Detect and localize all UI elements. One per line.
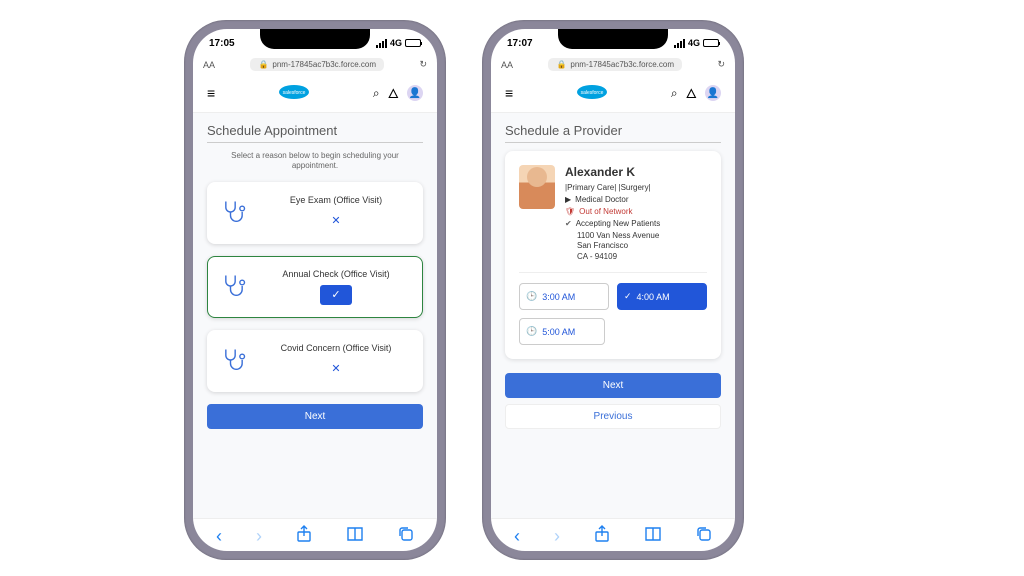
refresh-icon[interactable]: ↻ xyxy=(717,59,725,70)
phone-right: 17:07 4G AA 🔒 pnm-17845ac7b3c.force.com … xyxy=(482,20,744,560)
stethoscope-icon xyxy=(220,198,250,228)
previous-button[interactable]: Previous xyxy=(505,404,721,429)
accepting-status: ✔ Accepting New Patients xyxy=(565,219,707,228)
time-slot-4am[interactable]: ✓ 4:00 AM xyxy=(617,283,707,310)
tabs-icon[interactable] xyxy=(398,526,414,547)
forward-icon[interactable]: › xyxy=(256,526,262,547)
network-label: 4G xyxy=(390,38,402,48)
url-display[interactable]: 🔒 pnm-17845ac7b3c.force.com xyxy=(250,58,384,71)
checkmark-circle-icon: ✔ xyxy=(565,219,572,228)
battery-icon xyxy=(405,39,421,47)
notch xyxy=(558,29,668,49)
triangle-icon: ▶ xyxy=(565,195,571,204)
salesforce-logo: salesforce xyxy=(277,84,311,102)
content-area: Schedule a Provider Alexander K |Primary… xyxy=(491,113,735,518)
close-icon[interactable]: ✕ xyxy=(320,211,352,231)
time-slot-3am[interactable]: 🕒 3:00 AM xyxy=(519,283,609,310)
card-divider xyxy=(519,272,707,273)
bell-icon[interactable]: 🜂 xyxy=(388,80,399,106)
time-slot-grid: 🕒 3:00 AM ✓ 4:00 AM 🕒 5:00 AM xyxy=(519,283,707,345)
page-title: Schedule a Provider xyxy=(505,123,721,138)
status-time: 17:05 xyxy=(209,38,235,49)
check-icon[interactable]: ✓ xyxy=(320,285,352,305)
title-divider xyxy=(207,142,423,143)
safari-toolbar: ‹ › xyxy=(491,518,735,551)
url-display[interactable]: 🔒 pnm-17845ac7b3c.force.com xyxy=(548,58,682,71)
provider-card: Alexander K |Primary Care| |Surgery| ▶ M… xyxy=(505,151,721,359)
page-title: Schedule Appointment xyxy=(207,123,423,138)
notch xyxy=(260,29,370,49)
forward-icon[interactable]: › xyxy=(554,526,560,547)
close-icon[interactable]: ✕ xyxy=(320,359,352,379)
signal-icon xyxy=(376,39,387,48)
provider-role: ▶ Medical Doctor xyxy=(565,195,707,204)
status-right: 4G xyxy=(376,38,421,48)
safari-toolbar: ‹ › xyxy=(193,518,437,551)
stethoscope-icon xyxy=(220,346,250,376)
battery-icon xyxy=(703,39,719,47)
page-subtitle: Select a reason below to begin schedulin… xyxy=(223,151,407,172)
reason-card-annual-check[interactable]: Annual Check (Office Visit) ✓ xyxy=(207,256,423,318)
lock-icon: 🔒 xyxy=(556,60,566,69)
next-button[interactable]: Next xyxy=(505,373,721,398)
share-icon[interactable] xyxy=(594,525,610,548)
text-size-button[interactable]: AA xyxy=(501,60,513,70)
card-label: Annual Check (Office Visit) xyxy=(282,269,389,279)
stethoscope-icon xyxy=(220,272,250,302)
clock-icon: 🕒 xyxy=(526,326,537,337)
menu-icon[interactable]: ≡ xyxy=(207,85,215,101)
clock-icon: 🕒 xyxy=(526,291,537,302)
text-size-button[interactable]: AA xyxy=(203,60,215,70)
provider-specialties: |Primary Care| |Surgery| xyxy=(565,183,707,192)
salesforce-logo: salesforce xyxy=(575,84,609,102)
browser-url-bar: AA 🔒 pnm-17845ac7b3c.force.com ↻ xyxy=(193,55,437,74)
share-icon[interactable] xyxy=(296,525,312,548)
shield-icon: 🛡 xyxy=(565,207,575,216)
reason-card-eye-exam[interactable]: Eye Exam (Office Visit) ✕ xyxy=(207,182,423,244)
svg-text:salesforce: salesforce xyxy=(581,90,604,96)
bookmarks-icon[interactable] xyxy=(346,526,364,547)
phone-left: 17:05 4G AA 🔒 pnm-17845ac7b3c.force.com … xyxy=(184,20,446,560)
time-slot-5am[interactable]: 🕒 5:00 AM xyxy=(519,318,605,345)
status-right: 4G xyxy=(674,38,719,48)
menu-icon[interactable]: ≡ xyxy=(505,85,513,101)
search-icon[interactable]: ⌕ xyxy=(671,86,678,101)
browser-url-bar: AA 🔒 pnm-17845ac7b3c.force.com ↻ xyxy=(491,55,735,74)
avatar-icon[interactable]: 👤 xyxy=(407,85,423,101)
content-area: Schedule Appointment Select a reason bel… xyxy=(193,113,437,518)
network-label: 4G xyxy=(688,38,700,48)
back-icon[interactable]: ‹ xyxy=(514,526,520,547)
lock-icon: 🔒 xyxy=(258,60,268,69)
app-header: ≡ salesforce ⌕ 🜂 👤 xyxy=(491,74,735,113)
provider-name: Alexander K xyxy=(565,165,707,179)
search-icon[interactable]: ⌕ xyxy=(373,86,380,101)
avatar-icon[interactable]: 👤 xyxy=(705,85,721,101)
network-status: 🛡 Out of Network xyxy=(565,207,707,216)
refresh-icon[interactable]: ↻ xyxy=(419,59,427,70)
card-label: Eye Exam (Office Visit) xyxy=(290,195,382,205)
bookmarks-icon[interactable] xyxy=(644,526,662,547)
reason-card-covid[interactable]: Covid Concern (Office Visit) ✕ xyxy=(207,330,423,392)
signal-icon xyxy=(674,39,685,48)
back-icon[interactable]: ‹ xyxy=(216,526,222,547)
bell-icon[interactable]: 🜂 xyxy=(686,80,697,106)
title-divider xyxy=(505,142,721,143)
card-label: Covid Concern (Office Visit) xyxy=(281,343,392,353)
provider-address: 1100 Van Ness Avenue San Francisco CA - … xyxy=(565,231,707,262)
tabs-icon[interactable] xyxy=(696,526,712,547)
url-text: pnm-17845ac7b3c.force.com xyxy=(570,60,674,69)
app-header: ≡ salesforce ⌕ 🜂 👤 xyxy=(193,74,437,113)
url-text: pnm-17845ac7b3c.force.com xyxy=(272,60,376,69)
check-icon: ✓ xyxy=(624,291,632,302)
provider-photo xyxy=(519,165,555,209)
svg-text:salesforce: salesforce xyxy=(283,90,306,96)
next-button[interactable]: Next xyxy=(207,404,423,429)
status-time: 17:07 xyxy=(507,38,533,49)
